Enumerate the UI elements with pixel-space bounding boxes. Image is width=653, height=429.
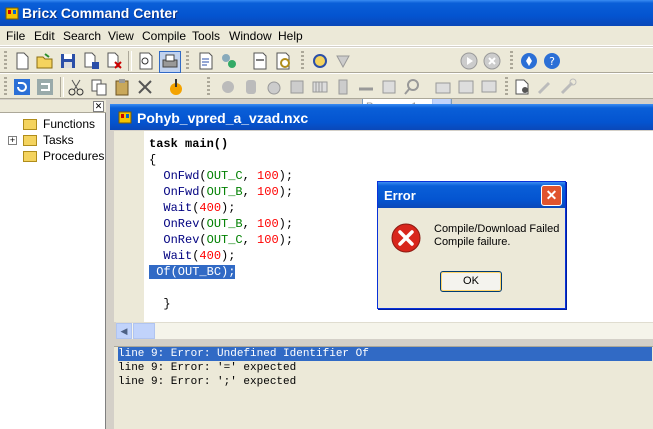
menu-window[interactable]: Window: [229, 29, 272, 43]
redo-icon[interactable]: [35, 77, 55, 97]
info-icon[interactable]: [519, 51, 539, 71]
code-line: }: [163, 297, 171, 311]
ok-button[interactable]: OK: [440, 271, 502, 292]
menu-view[interactable]: View: [108, 29, 134, 43]
code-line: OnRev(OUT_C, 100);: [163, 233, 294, 247]
tree-item-tasks[interactable]: Tasks: [43, 133, 74, 147]
save-icon[interactable]: [58, 51, 78, 71]
tool-clock-icon[interactable]: [264, 77, 284, 97]
tool-screen-icon[interactable]: [479, 77, 499, 97]
tool-diagnostics-icon[interactable]: [241, 77, 261, 97]
toolbar-grip[interactable]: [510, 51, 513, 71]
menu-file[interactable]: File: [6, 29, 25, 43]
toolbar-separator: [128, 51, 132, 71]
code-line: OnFwd(OUT_C, 100);: [163, 169, 294, 183]
code-line: task main(): [149, 137, 229, 151]
toolbar-grip[interactable]: [4, 77, 7, 97]
dialog-message: Compile/Download Failed: [434, 223, 560, 235]
dialog-message-detail: Compile failure.: [434, 236, 511, 248]
save-all-icon[interactable]: [81, 51, 101, 71]
cut-icon[interactable]: [66, 77, 86, 97]
print-icon[interactable]: [159, 51, 181, 73]
tool-messages-icon[interactable]: [433, 77, 453, 97]
panel-header: [0, 100, 106, 113]
bricx-app-icon[interactable]: [4, 5, 20, 21]
find-next-icon[interactable]: [250, 51, 270, 71]
error-icon: [391, 223, 421, 253]
tool-remote-icon[interactable]: [356, 77, 376, 97]
mark-icon[interactable]: [166, 77, 186, 97]
close-file-icon[interactable]: [104, 51, 124, 71]
replace-icon[interactable]: [273, 51, 293, 71]
toolbar-grip[interactable]: [301, 51, 304, 71]
dialog-title: Error: [384, 188, 416, 203]
menu-tools[interactable]: Tools: [192, 29, 220, 43]
code-line: Wait(400);: [163, 201, 236, 215]
menu-bar: File Edit Search View Compile Tools Wind…: [0, 26, 653, 46]
editor-gutter: [114, 131, 144, 322]
code-line: OnFwd(OUT_B, 100);: [163, 185, 294, 199]
download-icon[interactable]: [333, 51, 353, 71]
new-file-icon[interactable]: [12, 51, 32, 71]
menu-help[interactable]: Help: [278, 29, 303, 43]
menu-search[interactable]: Search: [63, 29, 101, 43]
code-line: {: [149, 153, 157, 167]
tree-item-functions[interactable]: Functions: [43, 117, 95, 131]
scrollbar-thumb[interactable]: [133, 323, 155, 339]
document-title: Pohyb_vpred_a_vzad.nxc: [137, 110, 309, 126]
paste-icon[interactable]: [112, 77, 132, 97]
toolbar-secondary: [0, 73, 653, 99]
svg-text:?: ?: [549, 55, 555, 68]
menu-edit[interactable]: Edit: [34, 29, 55, 43]
tool-preferences-icon[interactable]: [512, 77, 532, 97]
code-line: OnRev(OUT_B, 100);: [163, 217, 294, 231]
print-preview-icon[interactable]: [136, 51, 156, 71]
tool-search-icon[interactable]: [402, 77, 422, 97]
goto-icon[interactable]: [219, 51, 239, 71]
code-line-selected: Of(OUT_BC);: [149, 264, 236, 280]
scroll-left-icon[interactable]: ◀: [116, 323, 132, 339]
help-icon[interactable]: ?: [542, 51, 562, 71]
toolbar-grip[interactable]: [207, 77, 210, 97]
tool-image-icon[interactable]: [456, 77, 476, 97]
tool-wrench-icon[interactable]: [558, 77, 578, 97]
tool-watch-icon[interactable]: [287, 77, 307, 97]
toolbar-grip[interactable]: [186, 51, 189, 71]
document-icon[interactable]: [117, 109, 133, 125]
folder-icon: [23, 151, 37, 162]
tool-memory-icon[interactable]: [333, 77, 353, 97]
toolbar-grip[interactable]: [4, 51, 7, 71]
output-line[interactable]: line 9: Error: Undefined Identifier Of: [118, 347, 652, 361]
close-panel-icon[interactable]: ✕: [93, 101, 104, 112]
folder-icon: [23, 135, 37, 146]
tool-direct-control-icon[interactable]: [218, 77, 238, 97]
find-icon[interactable]: [196, 51, 216, 71]
undo-icon[interactable]: [12, 77, 32, 97]
menu-compile[interactable]: Compile: [142, 29, 186, 43]
tool-explorer-icon[interactable]: [379, 77, 399, 97]
open-folder-icon[interactable]: [35, 51, 55, 71]
output-line[interactable]: line 9: Error: '=' expected: [118, 361, 296, 375]
close-icon[interactable]: ✕: [541, 185, 562, 206]
copy-icon[interactable]: [89, 77, 109, 97]
toolbar-separator: [60, 77, 64, 97]
run-icon[interactable]: [459, 51, 479, 71]
stop-icon[interactable]: [482, 51, 502, 71]
tool-wand-icon[interactable]: [535, 77, 555, 97]
delete-icon[interactable]: [135, 77, 155, 97]
compile-icon[interactable]: [310, 51, 330, 71]
tree-item-procedures[interactable]: Procedures: [43, 149, 104, 163]
code-line: Wait(400);: [163, 249, 236, 263]
toolbar-main: Program 1 ▼ ?: [0, 47, 653, 117]
horizontal-scrollbar[interactable]: [116, 322, 653, 339]
tool-piano-icon[interactable]: [310, 77, 330, 97]
folder-icon: [23, 119, 37, 130]
expand-icon[interactable]: +: [8, 136, 17, 145]
output-line[interactable]: line 9: Error: ';' expected: [118, 375, 296, 389]
app-title: Bricx Command Center: [22, 5, 178, 21]
toolbar-grip[interactable]: [505, 77, 508, 97]
